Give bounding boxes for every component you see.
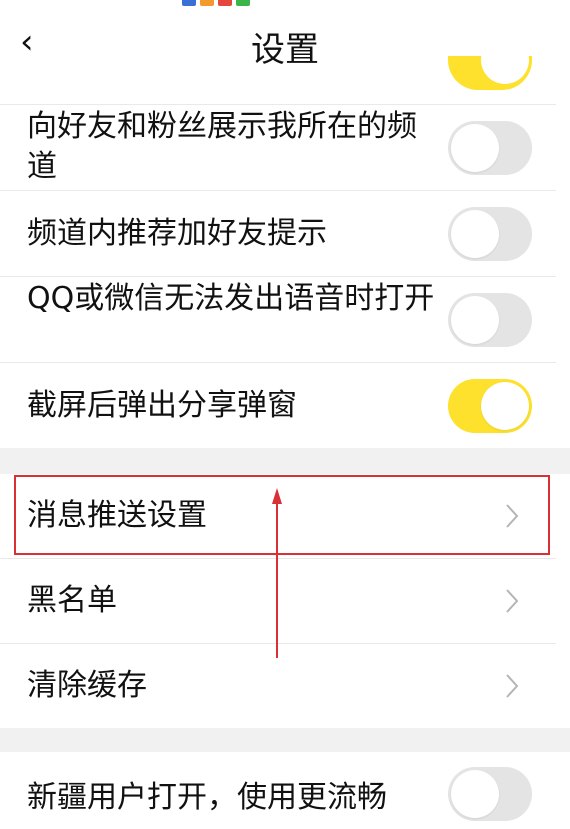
- toggle-switch[interactable]: [448, 207, 532, 261]
- status-app-icon: [182, 0, 196, 6]
- chevron-right-icon: [506, 674, 519, 698]
- menu-label: 清除缓存: [27, 668, 147, 703]
- setting-label: 向好友和粉丝展示我所在的频道: [27, 109, 417, 184]
- status-app-icon: [218, 0, 232, 6]
- setting-row-show-channel: 向好友和粉丝展示我所在的频道: [0, 105, 570, 190]
- section-gap: [0, 448, 570, 474]
- setting-row-xinjiang: 新疆用户打开，使用更流畅: [0, 752, 570, 829]
- toggle-switch[interactable]: [448, 379, 532, 433]
- chevron-right-icon: [506, 589, 519, 613]
- section-gap: [0, 728, 570, 752]
- setting-row-friend-hint: 频道内推荐加好友提示: [0, 191, 570, 276]
- toggle-partial[interactable]: [448, 56, 532, 90]
- status-app-icon: [200, 0, 214, 6]
- setting-label: 频道内推荐加好友提示: [27, 216, 327, 251]
- setting-label: 新疆用户打开，使用更流畅: [27, 780, 387, 815]
- setting-row-screenshot-share: 截屏后弹出分享弹窗: [0, 363, 570, 448]
- toggle-switch[interactable]: [448, 293, 532, 347]
- menu-label: 黑名单: [27, 583, 117, 618]
- toggle-switch[interactable]: [448, 767, 532, 821]
- status-bar: [0, 0, 570, 10]
- setting-label: QQ或微信无法发出语音时打开: [27, 281, 435, 316]
- setting-row-voice-fallback: QQ或微信无法发出语音时打开: [0, 277, 570, 362]
- status-app-icon: [236, 0, 250, 6]
- annotation-arrow: [272, 488, 282, 658]
- toggle-switch[interactable]: [448, 121, 532, 175]
- setting-label: 截屏后弹出分享弹窗: [27, 388, 297, 423]
